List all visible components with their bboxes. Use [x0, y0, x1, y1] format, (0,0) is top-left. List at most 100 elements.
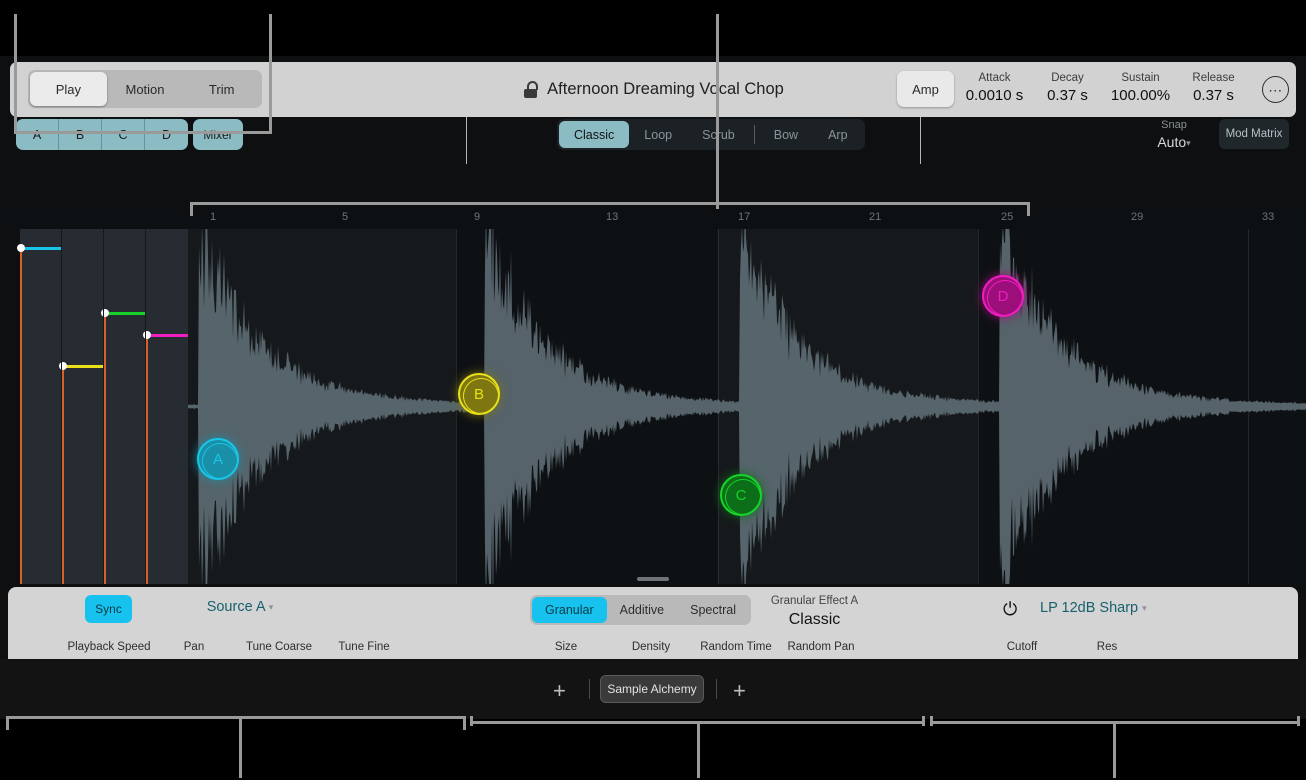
synthesis-mode-additive[interactable]: Additive: [607, 597, 677, 623]
patch-name[interactable]: Afternoon Dreaming Vocal Chop: [547, 80, 784, 99]
playback-mode-loop[interactable]: Loop: [629, 121, 687, 148]
ruler-tick: 33: [1262, 211, 1274, 223]
adsr-cell-decay[interactable]: Decay0.37 s: [1031, 71, 1104, 108]
add-plugin-left-button[interactable]: +: [553, 678, 566, 704]
adsr-value[interactable]: 0.37 s: [1177, 86, 1250, 106]
playback-mode-bow[interactable]: Bow: [759, 121, 813, 148]
ruler-tick: 9: [474, 211, 480, 223]
knob-cutoff[interactable]: Cutoff: [979, 639, 1065, 659]
timeline-ruler[interactable]: 159131721252933: [0, 209, 1306, 229]
adsr-label: Decay: [1031, 71, 1104, 86]
ellipsis-icon[interactable]: ⋯: [1262, 76, 1289, 103]
playback-mode-arp[interactable]: Arp: [813, 121, 862, 148]
unlocked-padlock-icon[interactable]: [522, 81, 538, 98]
playback-mode-segment[interactable]: ClassicLoopScrubBowArp: [557, 119, 865, 150]
callout-stem-synthesis: [697, 721, 700, 778]
secondary-toolbar: ABCDMixer ClassicLoopScrubBowArp Snap Au…: [0, 117, 1306, 153]
adsr-cell-release[interactable]: Release0.37 s: [1177, 71, 1250, 108]
lane-stem[interactable]: [146, 334, 148, 584]
callout-tip-source-left: [6, 716, 9, 730]
source-selector-label: Source A: [207, 599, 265, 615]
ruler-tick: 25: [1001, 211, 1013, 223]
callout-tip-filter-left: [930, 716, 933, 726]
waveform-marker-a[interactable]: A: [197, 438, 239, 480]
knob-label: Tune Coarse: [236, 639, 322, 655]
knob-res[interactable]: Res: [1064, 639, 1150, 659]
source-selector[interactable]: Source A ▾: [180, 599, 300, 615]
callout-tip-synthesis-right: [922, 716, 925, 726]
lane-level-bar[interactable]: [106, 312, 146, 315]
callout-stem-top-left: [269, 14, 272, 132]
playback-mode-classic[interactable]: Classic: [559, 121, 629, 148]
knob-random-time[interactable]: Random Time: [693, 639, 779, 659]
source-lane-b[interactable]: [62, 229, 104, 584]
callout-tip-waveform-left: [190, 202, 193, 216]
source-lane-c[interactable]: [104, 229, 146, 584]
ruler-tick: 1: [210, 211, 216, 223]
granular-effect-label: Granular Effect A: [742, 593, 887, 609]
view-mode-motion[interactable]: Motion: [107, 72, 184, 106]
knob-label: Cutoff: [979, 639, 1065, 655]
callout-stem-source: [239, 716, 242, 778]
mixer-tab[interactable]: Mixer: [193, 119, 243, 150]
synthesis-mode-spectral[interactable]: Spectral: [677, 597, 749, 623]
lane-stem[interactable]: [104, 312, 106, 584]
add-plugin-right-button[interactable]: +: [733, 678, 746, 704]
source-lane-a[interactable]: [20, 229, 62, 584]
callout-stem-filter: [1113, 721, 1116, 778]
synthesis-mode-granular[interactable]: Granular: [532, 597, 607, 623]
plugin-chip-sample-alchemy[interactable]: Sample Alchemy: [600, 675, 704, 703]
mod-matrix-button[interactable]: Mod Matrix: [1219, 119, 1289, 149]
power-icon[interactable]: ⏻: [1003, 599, 1021, 618]
waveform-marker-c[interactable]: C: [720, 474, 762, 516]
waveform-display[interactable]: A B C D: [188, 229, 1306, 584]
panel-resize-handle[interactable]: [637, 577, 669, 581]
lane-level-bar[interactable]: [148, 334, 188, 337]
ruler-tick: 17: [738, 211, 750, 223]
lane-separator: [103, 229, 104, 584]
waveform-marker-d[interactable]: D: [982, 275, 1024, 317]
knob-tune-coarse[interactable]: Tune Coarse: [236, 639, 322, 659]
view-mode-play[interactable]: Play: [30, 72, 107, 106]
source-lane-d[interactable]: [146, 229, 188, 584]
amp-envelope-button[interactable]: Amp: [897, 71, 954, 107]
waveform-marker-b[interactable]: B: [458, 373, 500, 415]
snap-value: Auto▾: [1130, 133, 1218, 154]
source-tab-b[interactable]: B: [59, 119, 102, 150]
snap-control[interactable]: Snap Auto▾: [1130, 117, 1218, 154]
view-mode-segment[interactable]: PlayMotionTrim: [28, 70, 262, 108]
adsr-value[interactable]: 0.37 s: [1031, 86, 1104, 106]
knob-size[interactable]: Size: [523, 639, 609, 659]
adsr-value[interactable]: 100.00%: [1104, 86, 1177, 106]
granular-effect-readout[interactable]: Granular Effect A Classic: [742, 593, 887, 630]
lane-level-bar[interactable]: [64, 365, 104, 368]
knob-tune-fine[interactable]: Tune Fine: [321, 639, 407, 659]
source-tab-c[interactable]: C: [102, 119, 145, 150]
screenshot-root: 159131721252933 ABCD Sync Source A ▾ Gra…: [0, 0, 1306, 780]
knob-random-pan[interactable]: Random Pan: [778, 639, 864, 659]
lane-stem[interactable]: [62, 365, 64, 584]
view-mode-trim[interactable]: Trim: [183, 72, 260, 106]
source-tab-d[interactable]: D: [145, 119, 188, 150]
knob-label: Tune Fine: [321, 639, 407, 655]
source-tab-group[interactable]: ABCDMixer: [16, 119, 243, 150]
adsr-value[interactable]: 0.0010 s: [958, 86, 1031, 106]
source-tab-a[interactable]: A: [16, 119, 59, 150]
adsr-cell-sustain[interactable]: Sustain100.00%: [1104, 71, 1177, 108]
lane-level-bar[interactable]: [22, 247, 62, 250]
mode-divider: [754, 125, 755, 144]
sync-button[interactable]: Sync: [85, 595, 132, 623]
callout-bracket-tabs: [14, 131, 272, 134]
synthesis-mode-segment[interactable]: GranularAdditiveSpectral: [530, 595, 751, 625]
adsr-label: Release: [1177, 71, 1250, 86]
knob-density[interactable]: Density: [608, 639, 694, 659]
source-level-lanes[interactable]: [20, 229, 188, 584]
knob-label: Density: [608, 639, 694, 655]
knob-pan[interactable]: Pan: [151, 639, 237, 659]
adsr-cell-attack[interactable]: Attack0.0010 s: [958, 71, 1031, 108]
knob-playback-speed[interactable]: Playback Speed: [66, 639, 152, 659]
lane-stem[interactable]: [20, 247, 22, 584]
filter-type-label: LP 12dB Sharp: [1040, 600, 1138, 616]
lane-level-handle[interactable]: [17, 244, 25, 252]
filter-type-selector[interactable]: LP 12dB Sharp ▾: [1040, 600, 1180, 616]
